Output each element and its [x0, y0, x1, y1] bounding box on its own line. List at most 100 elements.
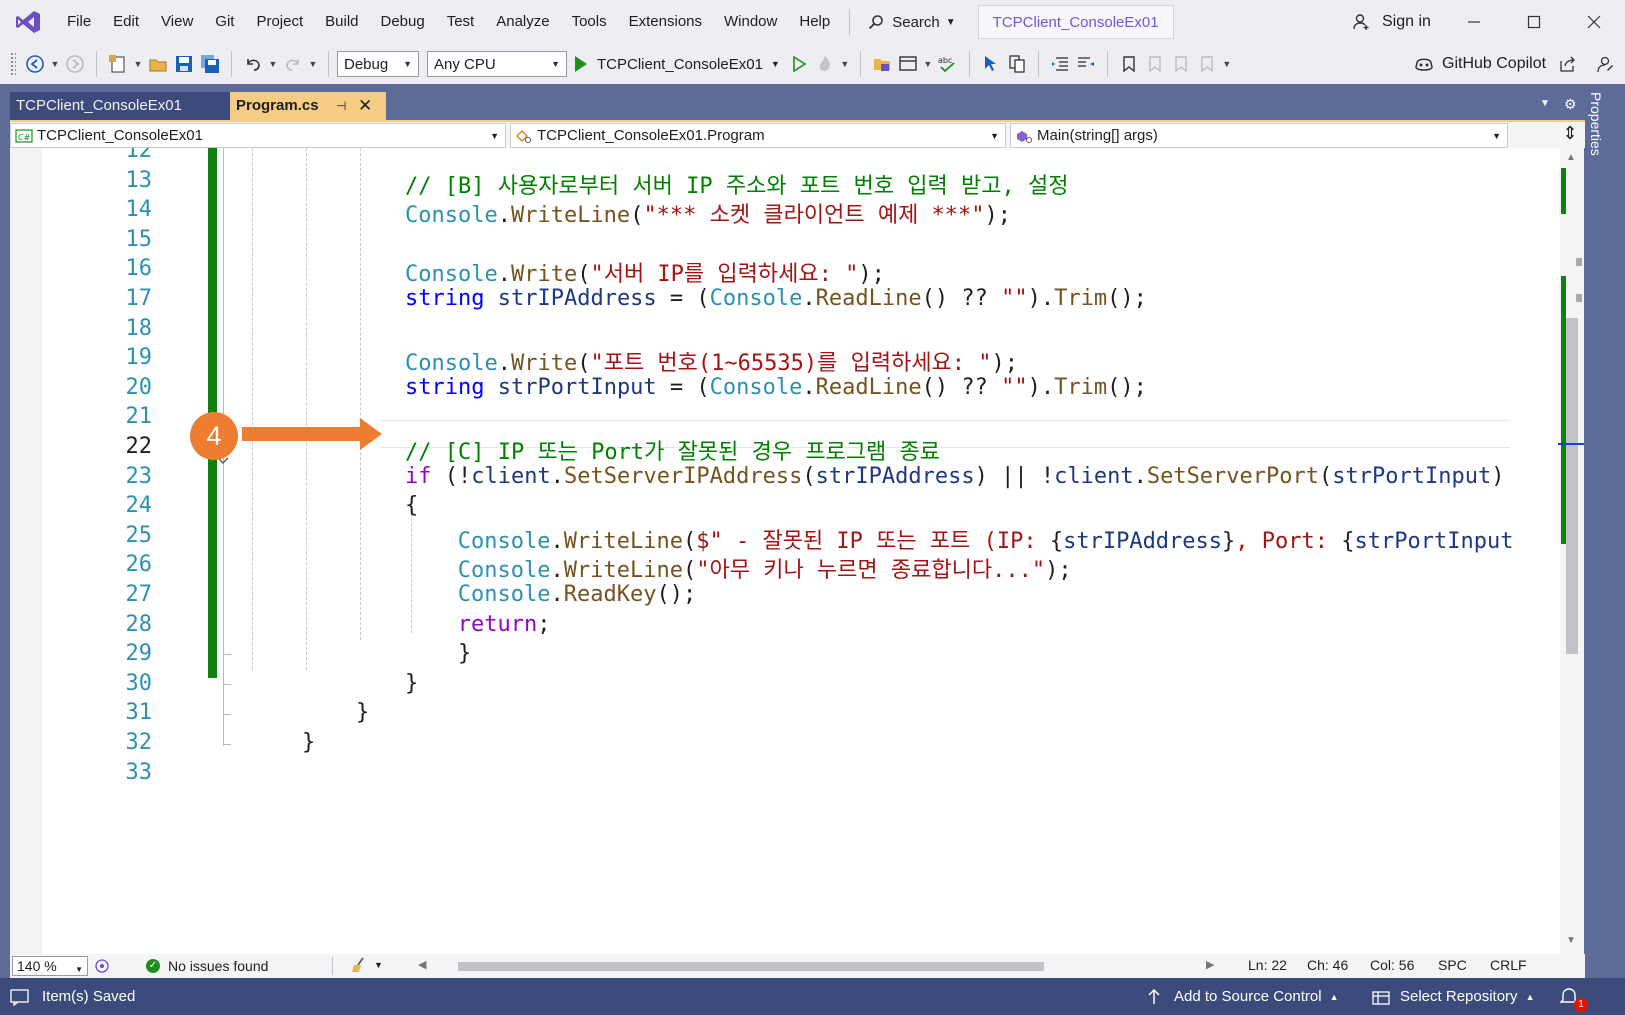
- visual-studio-logo-icon[interactable]: [0, 0, 56, 44]
- previous-bookmark-button[interactable]: [1142, 50, 1168, 78]
- next-bookmark-button[interactable]: [1168, 50, 1194, 78]
- github-copilot-button[interactable]: GitHub Copilot: [1414, 44, 1622, 84]
- menu-item-file[interactable]: File: [56, 6, 102, 38]
- indent-button[interactable]: [1073, 50, 1099, 78]
- feedback-icon[interactable]: [1596, 55, 1614, 73]
- code-line[interactable]: string strIPAddress = (Console.ReadLine(…: [405, 286, 1147, 311]
- back-button[interactable]: [22, 50, 48, 78]
- menu-item-edit[interactable]: Edit: [102, 6, 150, 38]
- properties-tab-label[interactable]: Properties: [1588, 92, 1604, 156]
- menu-item-test[interactable]: Test: [436, 6, 486, 38]
- code-line[interactable]: // [B] 사용자로부터 서버 IP 주소와 포트 번호 입력 받고, 설정: [405, 168, 1068, 200]
- line-indicator[interactable]: Ln: 22: [1248, 957, 1287, 973]
- menu-item-tools[interactable]: Tools: [561, 6, 618, 38]
- menu-item-analyze[interactable]: Analyze: [485, 6, 560, 38]
- code-line[interactable]: }: [405, 671, 418, 696]
- vertical-scrollbar-thumb[interactable]: [1566, 318, 1578, 654]
- scroll-right-arrow-icon[interactable]: ▶: [1206, 958, 1214, 971]
- forward-button[interactable]: [62, 50, 88, 78]
- zoom-select[interactable]: 140 % ▼: [12, 956, 88, 976]
- back-dropdown[interactable]: ▼: [48, 50, 62, 78]
- tab-program-cs[interactable]: Program.cs ⊣ ✕: [230, 92, 386, 120]
- open-file-button[interactable]: [145, 50, 171, 78]
- scroll-up-arrow-icon[interactable]: ▲: [1566, 152, 1576, 163]
- add-to-source-control-button[interactable]: Add to Source Control ▲: [1146, 978, 1339, 1015]
- scroll-left-arrow-icon[interactable]: ◀: [418, 958, 426, 971]
- code-line[interactable]: if (!client.SetServerIPAddress(strIPAddr…: [405, 464, 1504, 489]
- properties-tool-window-tab[interactable]: [1584, 86, 1625, 956]
- code-line[interactable]: Console.Write("포트 번호(1~65535)를 입력하세요: ")…: [405, 345, 1018, 377]
- code-line[interactable]: }: [302, 730, 315, 755]
- code-line[interactable]: Console.ReadKey();: [458, 582, 696, 607]
- gear-icon[interactable]: ⚙: [1564, 96, 1577, 113]
- line-ending-indicator[interactable]: CRLF: [1490, 957, 1527, 973]
- select-element-button[interactable]: [978, 50, 1004, 78]
- type-dropdown[interactable]: TCPClient_ConsoleEx01.Program ▼: [510, 123, 1006, 148]
- code-line[interactable]: }: [458, 641, 471, 666]
- save-all-button[interactable]: [197, 50, 223, 78]
- member-dropdown[interactable]: Main(string[] args) ▼: [1010, 123, 1508, 148]
- code-line[interactable]: Console.WriteLine("*** 소켓 클라이언트 예제 ***")…: [405, 197, 1011, 229]
- code-line[interactable]: {: [405, 493, 418, 518]
- redo-button[interactable]: [280, 50, 306, 78]
- window-layout-button[interactable]: [895, 50, 921, 78]
- menu-item-git[interactable]: Git: [204, 6, 245, 38]
- start-debugging-button[interactable]: TCPClient_ConsoleEx01 ▼: [575, 56, 780, 73]
- close-window-button[interactable]: [1564, 0, 1624, 44]
- code-line[interactable]: return;: [458, 612, 551, 637]
- redo-dropdown[interactable]: ▼: [306, 50, 320, 78]
- code-cleanup-status-icon[interactable]: [94, 958, 110, 974]
- hot-reload-button[interactable]: [812, 50, 838, 78]
- outdent-button[interactable]: [1047, 50, 1073, 78]
- code-cleanup-button[interactable]: ▼: [350, 956, 383, 974]
- menu-item-build[interactable]: Build: [314, 6, 369, 38]
- code-line[interactable]: // [C] IP 또는 Port가 잘못된 경우 프로그램 종료: [405, 434, 940, 466]
- menu-item-view[interactable]: View: [150, 6, 204, 38]
- menu-item-project[interactable]: Project: [245, 6, 314, 38]
- pin-icon[interactable]: ⊣: [336, 92, 346, 120]
- column-indicator[interactable]: Col: 56: [1370, 957, 1414, 973]
- configuration-select[interactable]: Debug ▼: [337, 51, 419, 77]
- select-repository-button[interactable]: Select Repository ▲: [1372, 978, 1534, 1015]
- split-editor-icon[interactable]: ⇕: [1560, 124, 1580, 144]
- error-status[interactable]: ✓ No issues found: [146, 958, 268, 974]
- code-line[interactable]: Console.WriteLine($" - 잘못된 IP 또는 포트 (IP:…: [458, 523, 1514, 555]
- code-line[interactable]: string strPortInput = (Console.ReadLine(…: [405, 375, 1147, 400]
- sign-in-button[interactable]: Sign in: [1352, 0, 1431, 44]
- share-icon[interactable]: [1558, 55, 1576, 73]
- tab-list-dropdown[interactable]: ▼: [1540, 98, 1550, 109]
- layout-dropdown[interactable]: ▼: [921, 50, 935, 78]
- menu-item-extensions[interactable]: Extensions: [618, 6, 713, 38]
- hot-reload-dropdown[interactable]: ▼: [838, 50, 852, 78]
- menu-item-debug[interactable]: Debug: [370, 6, 436, 38]
- search-button[interactable]: Search ▼: [858, 7, 965, 37]
- toolbar-overflow-dropdown[interactable]: ▼: [1220, 50, 1234, 78]
- project-dropdown[interactable]: C# TCPClient_ConsoleEx01 ▼: [10, 123, 506, 148]
- close-tab-icon[interactable]: ✕: [358, 92, 372, 120]
- scroll-down-arrow-icon[interactable]: ▼: [1566, 935, 1576, 946]
- save-button[interactable]: [171, 50, 197, 78]
- maximize-button[interactable]: [1504, 0, 1564, 44]
- copy-layout-button[interactable]: [1004, 50, 1030, 78]
- undo-dropdown[interactable]: ▼: [266, 50, 280, 78]
- undo-button[interactable]: [240, 50, 266, 78]
- start-without-debugging-button[interactable]: [786, 50, 812, 78]
- code-editor[interactable]: 12 13 14 15 16 17 18 19 20 21 22 23 24 25 26 27 28 29 30 31…: [10, 148, 1560, 954]
- menu-item-help[interactable]: Help: [788, 6, 841, 38]
- menu-item-window[interactable]: Window: [713, 6, 788, 38]
- toolbar-grip[interactable]: [10, 52, 16, 76]
- minimize-button[interactable]: [1444, 0, 1504, 44]
- new-item-dropdown[interactable]: ▼: [131, 50, 145, 78]
- code-line[interactable]: }: [356, 700, 369, 725]
- whitespace-indicator[interactable]: SPC: [1438, 957, 1467, 973]
- code-line[interactable]: Console.WriteLine("아무 키나 누르면 종료합니다...");: [458, 552, 1072, 584]
- glyph-margin[interactable]: [10, 148, 42, 954]
- platform-select[interactable]: Any CPU ▼: [427, 51, 567, 77]
- solution-explorer-button[interactable]: [869, 50, 895, 78]
- code-line[interactable]: Console.Write("서버 IP를 입력하세요: ");: [405, 256, 885, 288]
- spell-check-button[interactable]: abc: [935, 50, 961, 78]
- bookmark-button[interactable]: [1116, 50, 1142, 78]
- horizontal-scrollbar-thumb[interactable]: [458, 962, 1044, 971]
- clear-bookmarks-button[interactable]: [1194, 50, 1220, 78]
- new-item-button[interactable]: [105, 50, 131, 78]
